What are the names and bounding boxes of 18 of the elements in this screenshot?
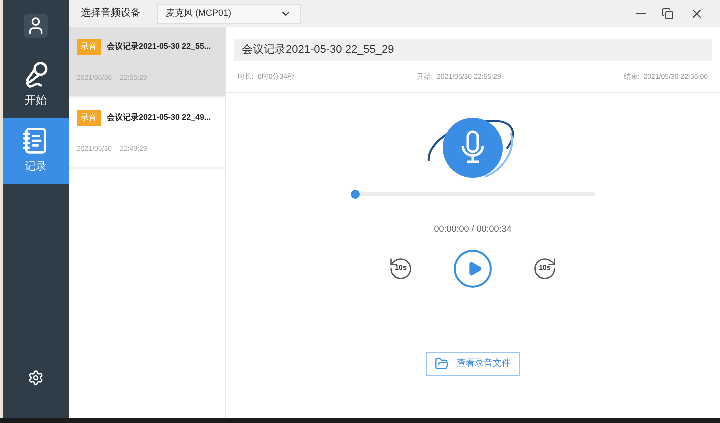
sidebar-item[interactable]: 开始: [3, 52, 69, 118]
record-title: 会议记录2021-05-30 22_49...: [107, 112, 212, 124]
playback-time: 00:00:00 / 00:00:34: [434, 222, 512, 236]
minimize-icon: [636, 12, 646, 14]
restore-icon: [662, 8, 674, 20]
recording-tag: 录音: [77, 39, 101, 55]
minimize-button[interactable]: [636, 12, 646, 14]
record-title: 会议记录2021-05-30 22_55...: [107, 41, 212, 53]
folder-icon: [435, 357, 449, 371]
slider-thumb[interactable]: [351, 190, 360, 198]
recording-tag: 录音: [77, 110, 101, 126]
play-button[interactable]: [454, 250, 492, 288]
play-icon: [467, 261, 483, 277]
device-dropdown[interactable]: 麦克风 (MCP01): [157, 4, 301, 24]
restore-button[interactable]: [662, 8, 674, 20]
recording-title: 会议记录2021-05-30 22_55_29: [234, 39, 712, 61]
device-label: 选择音频设备: [81, 6, 141, 21]
settings-icon: [28, 370, 44, 386]
